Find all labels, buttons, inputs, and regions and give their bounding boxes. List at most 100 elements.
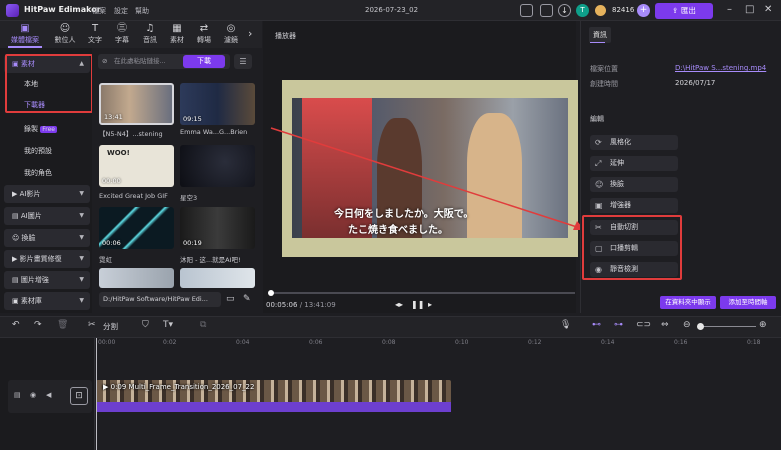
ruler-tick: 0:06 <box>309 339 323 346</box>
media-thumb-3[interactable]: WOO! 00:00 <box>99 145 174 187</box>
tab-digital-human[interactable]: ☺ 數位人 <box>50 23 80 45</box>
media-path: D:/HitPaw Software/HitPaw Edi... <box>99 292 221 307</box>
split-icon[interactable]: ✂ <box>88 320 96 330</box>
file-location-link[interactable]: D:\HitPaw S...stening.mp4 <box>675 64 766 72</box>
media-thumb-text: WOO! <box>107 149 130 157</box>
edit-icon[interactable]: ✎ <box>243 294 251 304</box>
tab-subtitle-label: 字幕 <box>115 36 129 44</box>
user-avatar[interactable]: T <box>576 4 589 17</box>
list-view-icon[interactable]: ☰ <box>234 54 252 69</box>
zoom-out-icon[interactable]: ⊖ <box>683 320 691 330</box>
zoom-slider[interactable] <box>698 326 756 327</box>
text-template-icon[interactable]: T▾ <box>163 320 173 330</box>
extend-button[interactable]: ⤢ 延伸 <box>590 156 678 171</box>
minimize-icon[interactable]: – <box>727 4 732 15</box>
fit-icon[interactable]: ⇔ <box>661 320 669 330</box>
menu-help[interactable]: 幫助 <box>135 6 149 16</box>
media-title: 星空3 <box>180 194 198 202</box>
folder-open-icon[interactable]: ▭ <box>226 294 235 304</box>
sidebar-item-swap[interactable]: ☺ 換臉 ▼ <box>4 229 90 247</box>
show-in-folder-button[interactable]: 在資料夾中顯示 <box>660 296 716 309</box>
redo-icon[interactable]: ↷ <box>34 320 42 330</box>
sidebar-item-record[interactable]: 錄製 Free <box>4 120 90 138</box>
delete-icon[interactable]: 🗑 <box>57 320 68 330</box>
media-thumb-6[interactable]: 00:19 <box>180 207 255 249</box>
sidebar-item-roles[interactable]: 我的角色 <box>4 164 90 182</box>
enhancer-label: 增強器 <box>610 201 631 209</box>
play-icon: ▶ <box>103 383 111 391</box>
tab-text[interactable]: T 文字 <box>80 23 110 45</box>
coin-count: 82416 <box>612 6 635 14</box>
download-icon[interactable]: ↓ <box>558 4 571 17</box>
track-cover-icon[interactable]: ⊡ <box>70 387 88 405</box>
message-icon[interactable] <box>540 4 553 17</box>
player-progress-bar[interactable] <box>270 292 575 294</box>
sidebar-item-ai-image[interactable]: ▤ AI圖片 ▼ <box>4 207 90 225</box>
tab-media[interactable]: ▣ 媒體檔案 <box>10 23 40 45</box>
media-duration: 00:19 <box>183 239 202 247</box>
media-thumb-4[interactable] <box>180 145 255 187</box>
timeline-playhead[interactable] <box>96 338 97 450</box>
magnet-icon[interactable]: ⊶ <box>614 320 623 330</box>
sidebar-item-image-enhance[interactable]: ▤ 圖片增強 ▼ <box>4 271 90 289</box>
previous-frame-icon[interactable]: ◂▸ <box>395 300 403 309</box>
file-location-value: D:\HitPaw S...stening.mp4 <box>675 64 767 72</box>
media-title: 沐阳 - 这...就是AI吧! <box>180 256 241 264</box>
enhancer-button[interactable]: ▣ 增強器 <box>590 198 678 213</box>
sidebar-item-label: AI影片 <box>19 190 41 198</box>
export-button[interactable]: ⇪ 匯出 <box>655 3 713 19</box>
text-icon: T <box>91 23 99 34</box>
track-visibility-icon[interactable]: ◉ <box>30 391 36 399</box>
stylize-button[interactable]: ⟳ 風格化 <box>590 135 678 150</box>
face-swap-icon: ☺ <box>12 234 22 242</box>
media-thumb-1[interactable]: 13:41 <box>99 83 174 125</box>
extend-label: 延伸 <box>610 159 624 167</box>
close-icon[interactable]: ✕ <box>764 4 772 15</box>
crop-icon[interactable]: ⧉ <box>200 320 206 330</box>
download-button[interactable]: 下載 <box>183 55 225 68</box>
add-to-timeline-button[interactable]: 添加至時間軸 <box>720 296 776 309</box>
face-swap-button[interactable]: ☺ 換臉 <box>590 177 678 192</box>
microphone-icon[interactable]: 🎙 <box>560 320 571 330</box>
zoom-in-icon[interactable]: ⊕ <box>759 320 767 330</box>
sidebar-item-label: 錄製 <box>24 125 38 133</box>
split-label[interactable]: 分割 <box>103 321 118 332</box>
maximize-icon[interactable]: □ <box>745 4 754 15</box>
pause-icon[interactable]: ❚❚ <box>411 300 424 309</box>
avatar-icon: ☺ <box>59 23 71 34</box>
tab-info[interactable]: 資訊 <box>589 27 611 43</box>
tab-audio-label: 音訊 <box>143 36 157 44</box>
sidebar-item-presets[interactable]: 我的預設 <box>4 142 90 160</box>
next-frame-icon[interactable]: ▸ <box>428 300 432 309</box>
progress-knob[interactable] <box>268 290 274 296</box>
media-thumb-8[interactable] <box>180 268 255 288</box>
menu-file[interactable]: 檔案 <box>92 6 106 16</box>
menu-settings[interactable]: 設定 <box>114 6 128 16</box>
add-coins-icon[interactable]: + <box>637 4 650 17</box>
tab-filter[interactable]: ◎ 濾鏡 <box>216 23 246 45</box>
tab-transition[interactable]: ⇄ 轉場 <box>189 23 219 45</box>
media-thumb-7[interactable] <box>99 268 174 288</box>
tab-subtitle[interactable]: ㊂字幕 <box>107 23 137 45</box>
active-tab-indicator <box>590 42 605 43</box>
zoom-slider-knob[interactable] <box>697 323 704 330</box>
stylize-icon: ⟳ <box>595 138 602 147</box>
media-thumb-5[interactable]: 00:06 <box>99 207 174 249</box>
tab-material[interactable]: ▦ 素材 <box>162 23 192 45</box>
track-audio-icon[interactable]: ◀ <box>46 391 51 399</box>
shield-icon[interactable]: ⛉ <box>142 320 149 330</box>
media-thumb-2[interactable]: 09:15 <box>180 83 255 125</box>
undo-icon[interactable]: ↶ <box>12 320 20 330</box>
sidebar-item-video-repair[interactable]: ▶ 影片畫質修復 ▼ <box>4 250 90 268</box>
created-time-label: 創建時間 <box>590 80 618 88</box>
track-lock-icon[interactable]: ▤ <box>14 391 21 399</box>
sidebar-item-label: 換臉 <box>21 234 36 242</box>
chevron-right-icon[interactable]: › <box>248 27 252 40</box>
video-clip-title: 0:09 Multi_Frame_Transition_2026_07_22 <box>110 383 255 391</box>
sidebar-item-library[interactable]: ▣ 素材庫 ▼ <box>4 292 90 310</box>
link-clips-icon[interactable]: ⊷ <box>592 320 601 330</box>
tab-audio[interactable]: ♫ 音訊 <box>135 23 165 45</box>
sidebar-item-ai-video[interactable]: ▶ AI影片 ▼ <box>4 185 90 203</box>
chain-icon[interactable]: ⊂⊃ <box>636 320 651 330</box>
screen-icon[interactable] <box>520 4 533 17</box>
